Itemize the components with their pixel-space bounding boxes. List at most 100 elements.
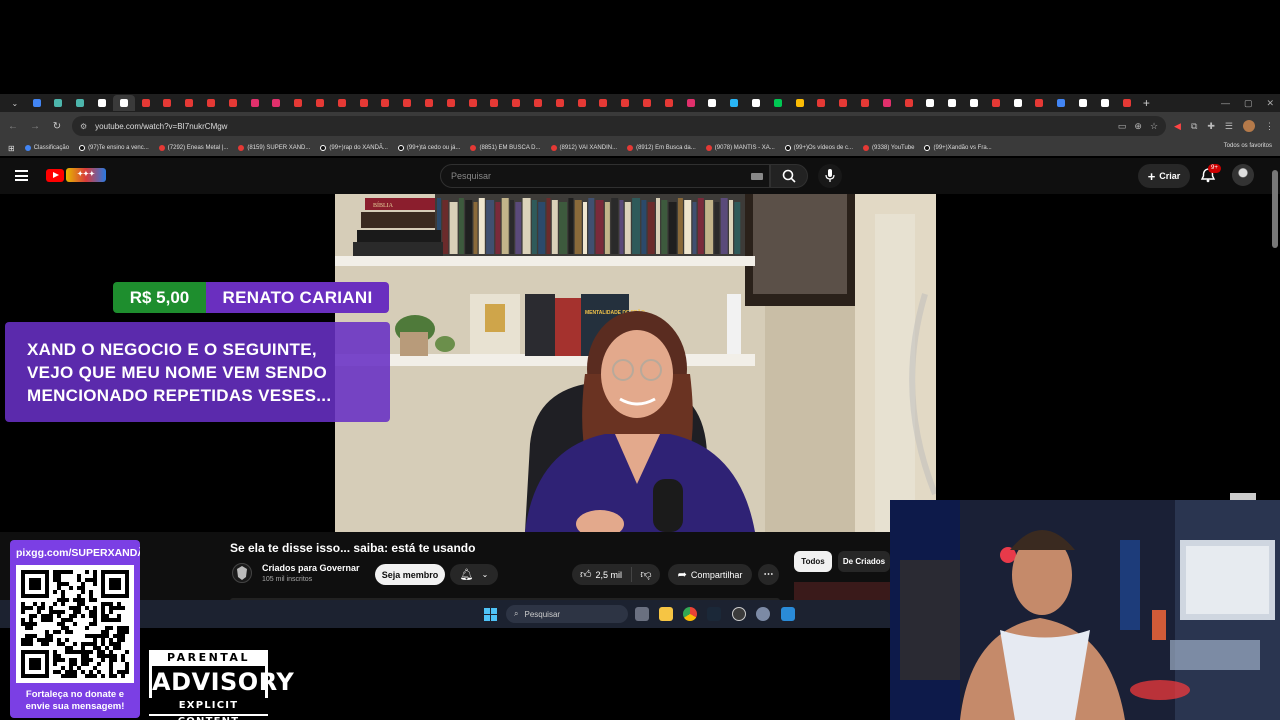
browser-tab[interactable] (919, 95, 941, 111)
browser-tab[interactable] (157, 95, 179, 111)
browser-tab[interactable] (832, 95, 854, 111)
settings-gear-icon[interactable] (756, 607, 770, 621)
bookmark-item[interactable]: (8159) SUPER XAND... (238, 145, 310, 151)
join-button[interactable]: Seja membro (375, 564, 445, 585)
voice-search-button[interactable] (818, 164, 842, 188)
profile-avatar[interactable] (1243, 120, 1255, 132)
browser-tab[interactable] (854, 95, 876, 111)
taskbar-search[interactable]: ⌕ Pesquisar (506, 605, 628, 623)
bookmark-item[interactable]: (8912) VAI XANDIN... (550, 145, 617, 151)
search-button[interactable] (770, 164, 808, 188)
zoom-icon[interactable]: ⊕ (1134, 121, 1142, 132)
browser-tab[interactable] (69, 95, 91, 111)
browser-tab[interactable] (112, 95, 135, 111)
browser-tab[interactable] (26, 95, 48, 111)
browser-tab[interactable] (440, 95, 462, 111)
browser-tab[interactable] (1007, 95, 1029, 111)
account-avatar[interactable] (1232, 164, 1254, 186)
browser-tab[interactable] (200, 95, 222, 111)
browser-tab[interactable] (658, 95, 680, 111)
bookmark-star-icon[interactable]: ☆ (1150, 121, 1158, 132)
browser-tab[interactable] (593, 95, 615, 111)
dislike-button[interactable]: 👎︎ (632, 568, 660, 581)
browser-tab[interactable] (723, 95, 745, 111)
apps-grid-icon[interactable]: ⊞ (8, 144, 15, 153)
all-bookmarks[interactable]: Todos os favoritos (1224, 143, 1272, 149)
browser-tab[interactable] (244, 95, 266, 111)
mute-tab-icon[interactable]: ◀ (1174, 121, 1181, 132)
youtube-logo[interactable]: ✦✦✦ (46, 168, 106, 182)
browser-tab[interactable] (266, 95, 288, 111)
chrome-menu-icon[interactable]: ⋮ (1265, 121, 1274, 132)
tab-search-menu-icon[interactable]: ☰ (1225, 121, 1233, 132)
browser-tab[interactable] (549, 95, 571, 111)
browser-tab[interactable] (1094, 95, 1116, 111)
create-button[interactable]: + Criar (1138, 164, 1190, 188)
extension-icon[interactable]: ⧉ (1191, 121, 1197, 132)
browser-tab[interactable] (287, 95, 309, 111)
share-button[interactable]: ➦ Compartilhar (668, 564, 752, 585)
minimize-icon[interactable]: — (1221, 98, 1230, 108)
bookmark-item[interactable]: (9078) MANTIS - XA... (705, 145, 775, 151)
extensions-puzzle-icon[interactable]: ✚ (1207, 121, 1215, 132)
forward-arrow-icon[interactable]: → (28, 121, 42, 132)
browser-tab[interactable] (1028, 95, 1050, 111)
more-actions-button[interactable]: ⋯ (758, 564, 779, 585)
chip-all[interactable]: Todos (794, 551, 832, 572)
browser-tab[interactable] (745, 95, 767, 111)
browser-tab[interactable] (462, 95, 484, 111)
channel-logo[interactable] (232, 563, 252, 583)
file-explorer-icon[interactable] (659, 607, 673, 621)
browser-tab[interactable] (484, 95, 506, 111)
recommended-video-thumbnail[interactable] (794, 582, 890, 602)
browser-tab[interactable] (527, 95, 549, 111)
browser-tab[interactable] (702, 95, 724, 111)
back-arrow-icon[interactable]: ← (6, 121, 20, 132)
browser-tab[interactable] (396, 95, 418, 111)
browser-tab[interactable] (898, 95, 920, 111)
install-icon[interactable]: ▭ (1118, 121, 1127, 132)
bookmark-item[interactable]: (8912) Em Busca da... (627, 145, 696, 151)
channel-name[interactable]: Criados para Governar (262, 563, 360, 573)
browser-tab[interactable] (418, 95, 440, 111)
bookmark-item[interactable]: (9338) YouTube (863, 145, 914, 151)
browser-tab[interactable] (767, 95, 789, 111)
app-icon[interactable] (781, 607, 795, 621)
browser-tab[interactable] (614, 95, 636, 111)
reload-icon[interactable]: ↻ (50, 121, 64, 132)
browser-tab[interactable] (789, 95, 811, 111)
browser-tab[interactable] (1072, 95, 1094, 111)
bookmark-item[interactable]: (99+)rap do XANDÃ... (320, 145, 388, 151)
browser-tab[interactable] (985, 95, 1007, 111)
bookmark-item[interactable]: (97)Te ensino a venc... (79, 145, 149, 151)
tab-search-icon[interactable]: ⌄ (4, 95, 26, 111)
bookmark-item[interactable]: (7292) Eneas Metal |... (158, 145, 228, 151)
browser-tab[interactable] (48, 95, 70, 111)
site-info-icon[interactable]: ⚙ (80, 122, 87, 131)
steam-icon[interactable] (707, 607, 721, 621)
browser-tab[interactable] (505, 95, 527, 111)
browser-tab[interactable] (222, 95, 244, 111)
browser-tab[interactable] (178, 95, 200, 111)
keyboard-icon[interactable] (751, 173, 763, 180)
browser-tab[interactable] (309, 95, 331, 111)
video-player[interactable]: BÍBLIA MENTALIDADE DE FRÃO (335, 194, 936, 532)
bookmark-item[interactable]: (8851) EM BUSCA D... (470, 145, 541, 151)
hamburger-menu-icon[interactable] (15, 170, 28, 181)
chip-channel[interactable]: De Criados (838, 551, 890, 572)
browser-tab[interactable] (353, 95, 375, 111)
browser-tab[interactable] (1050, 95, 1072, 111)
browser-tab[interactable] (636, 95, 658, 111)
browser-tab[interactable] (963, 95, 985, 111)
task-view-icon[interactable] (635, 607, 649, 621)
browser-tab[interactable] (680, 95, 702, 111)
url-omnibox[interactable]: ⚙ youtube.com/watch?v=BI7nukrCMgw ▭ ⊕ ☆ (72, 116, 1167, 136)
browser-tab[interactable] (876, 95, 898, 111)
maximize-icon[interactable]: ▢ (1244, 98, 1253, 109)
chrome-icon[interactable] (683, 607, 697, 621)
browser-tab[interactable] (331, 95, 353, 111)
browser-tab[interactable] (941, 95, 963, 111)
search-input[interactable]: Pesquisar (440, 164, 770, 188)
obs-icon[interactable] (732, 607, 746, 621)
browser-tab[interactable] (1116, 95, 1138, 111)
